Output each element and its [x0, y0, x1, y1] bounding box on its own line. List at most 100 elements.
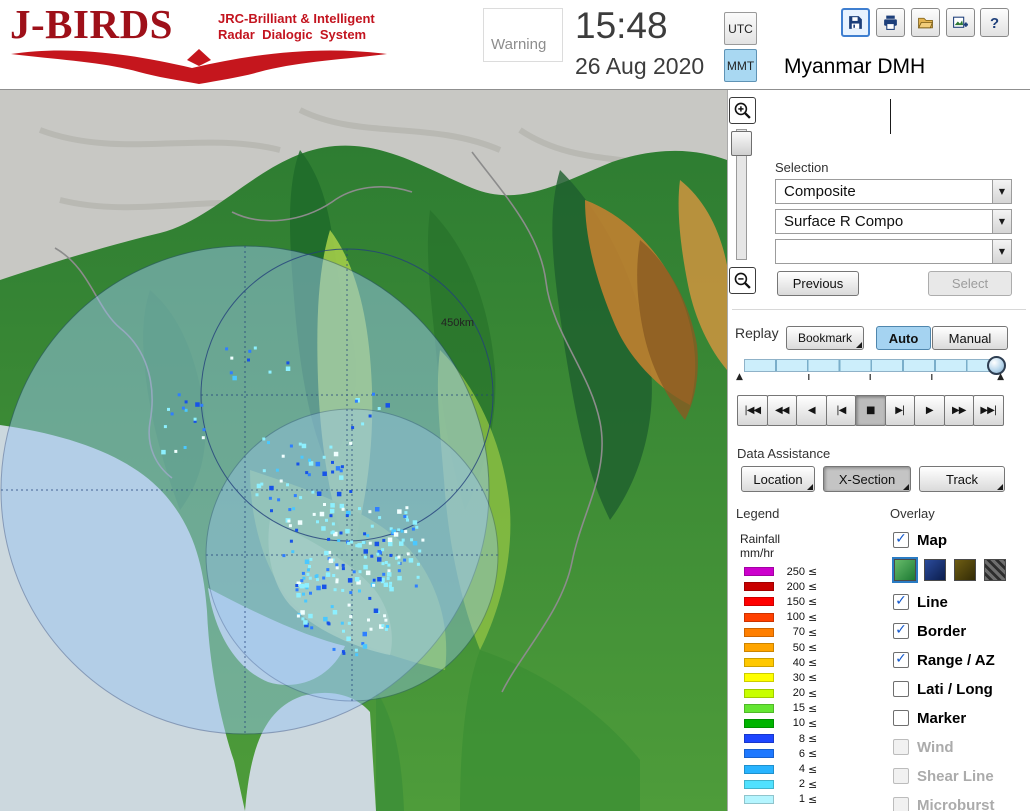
- legend-color-swatch: [744, 627, 774, 637]
- overlay-item-shear-line[interactable]: Shear Line: [893, 766, 1030, 786]
- fast-rewind-button[interactable]: ◀◀: [766, 395, 797, 426]
- logo-title: J-BIRDS: [10, 1, 173, 47]
- overlay-item-range-az[interactable]: ✓ Range / AZ: [893, 650, 1030, 670]
- overlay-item-label: Map: [917, 531, 947, 549]
- legend-lte-sign: ≤: [808, 747, 818, 761]
- legend-lte-sign: ≤: [808, 656, 818, 670]
- utc-button[interactable]: UTC: [724, 12, 757, 45]
- track-button[interactable]: Track: [919, 466, 1005, 492]
- timeline-marks: ▲ ▲: [736, 372, 1004, 384]
- auto-button[interactable]: Auto: [876, 326, 931, 350]
- overlay-label: Overlay: [890, 506, 935, 521]
- zoom-out-button[interactable]: [729, 267, 756, 294]
- replay-label: Replay: [735, 325, 779, 341]
- location-button[interactable]: Location: [741, 466, 815, 492]
- legend-threshold-value: 6: [798, 747, 805, 760]
- play-reverse-button[interactable]: ◀: [796, 395, 827, 426]
- checkbox[interactable]: [893, 739, 909, 755]
- checkbox[interactable]: ✓: [893, 623, 909, 639]
- checkbox[interactable]: ✓: [893, 532, 909, 548]
- play-button[interactable]: ▶: [914, 395, 945, 426]
- legend-lte-sign: ≤: [808, 610, 818, 624]
- legend-color-swatch: [744, 582, 774, 592]
- manual-button[interactable]: Manual: [932, 326, 1008, 350]
- map-style-2-button[interactable]: [924, 559, 946, 581]
- zoom-slider-thumb[interactable]: [731, 131, 752, 156]
- legend-row: 30 ≤: [744, 670, 817, 685]
- save-button[interactable]: [841, 8, 870, 37]
- legend-row: 6 ≤: [744, 746, 817, 761]
- export-image-button[interactable]: [946, 8, 975, 37]
- replay-timeline-slider[interactable]: [744, 356, 1006, 375]
- text-entry[interactable]: [766, 94, 1022, 138]
- help-button[interactable]: ?: [980, 8, 1009, 37]
- stop-button[interactable]: ■: [855, 395, 886, 426]
- checkbox[interactable]: ✓: [893, 594, 909, 610]
- elevation-dropdown-value: [776, 240, 992, 263]
- elevation-dropdown[interactable]: ▼: [775, 239, 1012, 264]
- overlay-item-label: Wind: [917, 738, 954, 756]
- help-icon: ?: [990, 16, 999, 31]
- station-name: Myanmar DMH: [784, 55, 926, 78]
- overlay-item-line[interactable]: ✓ Line: [893, 592, 1030, 612]
- overlay-item-lati-long[interactable]: Lati / Long: [893, 679, 1030, 699]
- open-folder-button[interactable]: [911, 8, 940, 37]
- skip-to-end-button[interactable]: ▶▶|: [973, 395, 1004, 426]
- overlay-item-label: Shear Line: [917, 767, 994, 785]
- range-ring-label: 450km: [441, 317, 474, 329]
- select-button[interactable]: Select: [928, 271, 1012, 296]
- product-dropdown[interactable]: Surface R Compo ▼: [775, 209, 1012, 234]
- legend-color-swatch: [744, 703, 774, 713]
- overlay-item-wind[interactable]: Wind: [893, 737, 1030, 757]
- checkbox[interactable]: ✓: [893, 652, 909, 668]
- clock-time: 15:48: [575, 5, 668, 46]
- legend-color-swatch: [744, 658, 774, 668]
- legend-row: 50 ≤: [744, 640, 817, 655]
- radar-map[interactable]: 450km: [0, 90, 727, 811]
- legend-row: 15 ≤: [744, 701, 817, 716]
- timeline-ticks: [748, 374, 990, 380]
- map-style-4-button[interactable]: [984, 559, 1006, 581]
- checkbox[interactable]: [893, 768, 909, 784]
- overlay-item-label: Border: [917, 622, 967, 640]
- jbirds-app: J-BIRDS JRC-Brilliant & Intelligent Rada…: [0, 0, 1030, 811]
- bookmark-button[interactable]: Bookmark: [786, 326, 864, 350]
- overlay-item-border[interactable]: ✓ Border: [893, 621, 1030, 641]
- fast-forward-button[interactable]: ▶▶: [943, 395, 974, 426]
- overlay-item-marker[interactable]: Marker: [893, 708, 1030, 728]
- clock-date: 26 Aug 2020: [575, 53, 705, 79]
- legend-threshold-value: 20: [792, 687, 805, 700]
- overlay-item-microburst[interactable]: Microburst: [893, 795, 1030, 811]
- checkbox[interactable]: [893, 681, 909, 697]
- chevron-down-icon[interactable]: ▼: [992, 180, 1011, 203]
- button-label: X-Section: [838, 471, 896, 487]
- corner-arrow-icon: [903, 484, 909, 490]
- legend-row: 8 ≤: [744, 731, 817, 746]
- zoom-slider[interactable]: [731, 129, 752, 260]
- overlay-item-label: Range / AZ: [917, 651, 995, 669]
- previous-button[interactable]: Previous: [777, 271, 859, 296]
- overlay-item-map[interactable]: ✓ Map: [893, 530, 1030, 550]
- composite-dropdown[interactable]: Composite ▼: [775, 179, 1012, 204]
- logo-subtitle-line1: JRC-Brilliant & Intelligent: [218, 11, 375, 26]
- step-forward-button[interactable]: ▶|: [884, 395, 915, 426]
- checkbox[interactable]: [893, 797, 909, 811]
- legend-threshold-value: 10: [792, 717, 805, 730]
- chevron-down-icon[interactable]: ▼: [992, 240, 1011, 263]
- legend-lte-sign: ≤: [808, 641, 818, 655]
- print-button[interactable]: [876, 8, 905, 37]
- map-style-3-button[interactable]: [954, 559, 976, 581]
- auto-button-label: Auto: [888, 330, 919, 346]
- checkbox[interactable]: [893, 710, 909, 726]
- zoom-in-button[interactable]: [729, 97, 756, 124]
- legend-threshold-value: 100: [786, 611, 805, 624]
- mmt-button[interactable]: MMT: [724, 49, 757, 82]
- x-section-button[interactable]: X-Section: [823, 466, 911, 492]
- map-style-1-button[interactable]: [894, 559, 916, 581]
- chevron-down-icon[interactable]: ▼: [992, 210, 1011, 233]
- overlay-list: ✓ Map ✓ Line ✓ Border ✓ Range / AZ Lati / Long Ma…: [893, 530, 1030, 811]
- save-icon: [849, 16, 862, 29]
- panel-divider: [732, 309, 1026, 310]
- skip-to-start-button[interactable]: |◀◀: [737, 395, 768, 426]
- step-back-button[interactable]: |◀: [825, 395, 856, 426]
